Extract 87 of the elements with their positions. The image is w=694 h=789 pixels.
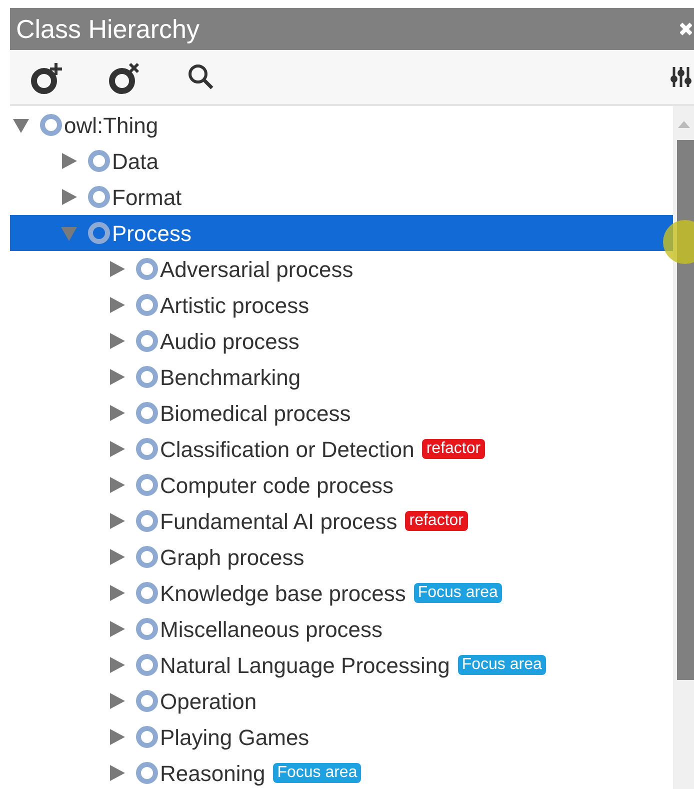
class-icon	[135, 473, 159, 497]
tree-item[interactable]: owl:Thing	[10, 107, 673, 143]
class-icon	[87, 149, 111, 173]
expand-icon[interactable]	[108, 476, 126, 494]
class-label: Reasoning	[160, 760, 266, 788]
tree-item[interactable]: Biomedical process	[10, 395, 673, 431]
tree-item[interactable]: Knowledge base process Focus area	[10, 575, 673, 611]
class-icon	[87, 221, 111, 245]
class-icon	[39, 113, 63, 137]
class-label: Playing Games	[160, 724, 310, 752]
class-icon	[135, 653, 159, 677]
expand-icon[interactable]	[108, 368, 126, 386]
class-icon	[135, 617, 159, 641]
tree-item[interactable]: Benchmarking	[10, 359, 673, 395]
class-icon	[135, 725, 159, 749]
class-icon	[87, 185, 111, 209]
class-label: Knowledge base process	[160, 580, 406, 608]
class-icon	[135, 365, 159, 389]
class-icon	[135, 581, 159, 605]
tree-item[interactable]: Data	[10, 143, 673, 179]
scrollbar-thumb[interactable]	[677, 140, 694, 680]
class-label: Natural Language Processing	[160, 652, 450, 680]
expand-icon[interactable]	[108, 440, 126, 458]
expand-icon[interactable]	[108, 620, 126, 638]
expand-icon[interactable]	[108, 332, 126, 350]
class-icon	[135, 545, 159, 569]
expand-icon[interactable]	[108, 584, 126, 602]
expand-icon[interactable]	[108, 512, 126, 530]
class-icon	[135, 689, 159, 713]
tree-item[interactable]: Miscellaneous process	[10, 611, 673, 647]
tree-item[interactable]: Natural Language Processing Focus area	[10, 647, 673, 683]
class-label: Biomedical process	[160, 400, 351, 428]
scrollbar[interactable]	[673, 106, 694, 789]
class-icon	[135, 293, 159, 317]
tag-badge: refactor	[405, 511, 468, 531]
search-icon[interactable]	[186, 62, 216, 92]
tree-item[interactable]: Audio process	[10, 323, 673, 359]
expand-icon[interactable]	[108, 404, 126, 422]
tree-item[interactable]: Artistic process	[10, 287, 673, 323]
expand-icon[interactable]	[108, 548, 126, 566]
class-icon	[135, 761, 159, 785]
expand-icon[interactable]	[108, 296, 126, 314]
tree-item[interactable]: Playing Games	[10, 719, 673, 755]
tree-item[interactable]: Classification or Detection refactor	[10, 431, 673, 467]
class-label: Operation	[160, 688, 257, 716]
class-label: Audio process	[160, 328, 300, 356]
class-label: Process	[112, 220, 192, 248]
tree-item[interactable]: Computer code process	[10, 467, 673, 503]
tree-item[interactable]: Format	[10, 179, 673, 215]
class-icon	[135, 257, 159, 281]
class-label: Computer code process	[160, 472, 394, 500]
expand-icon[interactable]	[108, 656, 126, 674]
expand-icon[interactable]	[108, 692, 126, 710]
class-icon	[135, 509, 159, 533]
expand-icon[interactable]	[108, 764, 126, 782]
tree-item[interactable]: Adversarial process	[10, 251, 673, 287]
close-icon[interactable]	[680, 22, 692, 36]
tag-badge: Focus area	[458, 655, 546, 675]
cursor-highlight	[663, 220, 694, 264]
class-icon	[135, 437, 159, 461]
class-icon	[135, 329, 159, 353]
tag-badge: Focus area	[273, 763, 362, 783]
expand-icon[interactable]	[108, 728, 126, 746]
tree-item[interactable]: Fundamental AI process refactor	[10, 503, 673, 539]
class-label: Format	[112, 184, 182, 212]
class-label: Adversarial process	[160, 256, 354, 284]
tag-badge: refactor	[422, 439, 485, 459]
tag-badge: Focus area	[414, 583, 502, 603]
tree-item[interactable]: Graph process	[10, 539, 673, 575]
tree-item[interactable]: Operation	[10, 683, 673, 719]
tree-item[interactable]: Reasoning Focus area	[10, 755, 673, 789]
class-label: Data	[112, 148, 158, 176]
panel-title: Class Hierarchy	[16, 12, 200, 46]
class-label: Artistic process	[160, 292, 310, 320]
expand-icon[interactable]	[108, 260, 126, 278]
class-label: Fundamental AI process	[160, 508, 398, 536]
settings-icon[interactable]	[670, 65, 694, 89]
expand-icon[interactable]	[60, 152, 78, 170]
collapse-icon[interactable]	[12, 116, 30, 134]
tree-item[interactable]: Process	[10, 215, 673, 251]
class-icon	[135, 401, 159, 425]
class-label: Benchmarking	[160, 364, 301, 392]
class-label: Miscellaneous process	[160, 616, 383, 644]
class-label: owl:Thing	[64, 112, 158, 140]
class-label: Graph process	[160, 544, 304, 572]
class-label: Classification or Detection	[160, 436, 414, 464]
expand-icon[interactable]	[60, 188, 78, 206]
